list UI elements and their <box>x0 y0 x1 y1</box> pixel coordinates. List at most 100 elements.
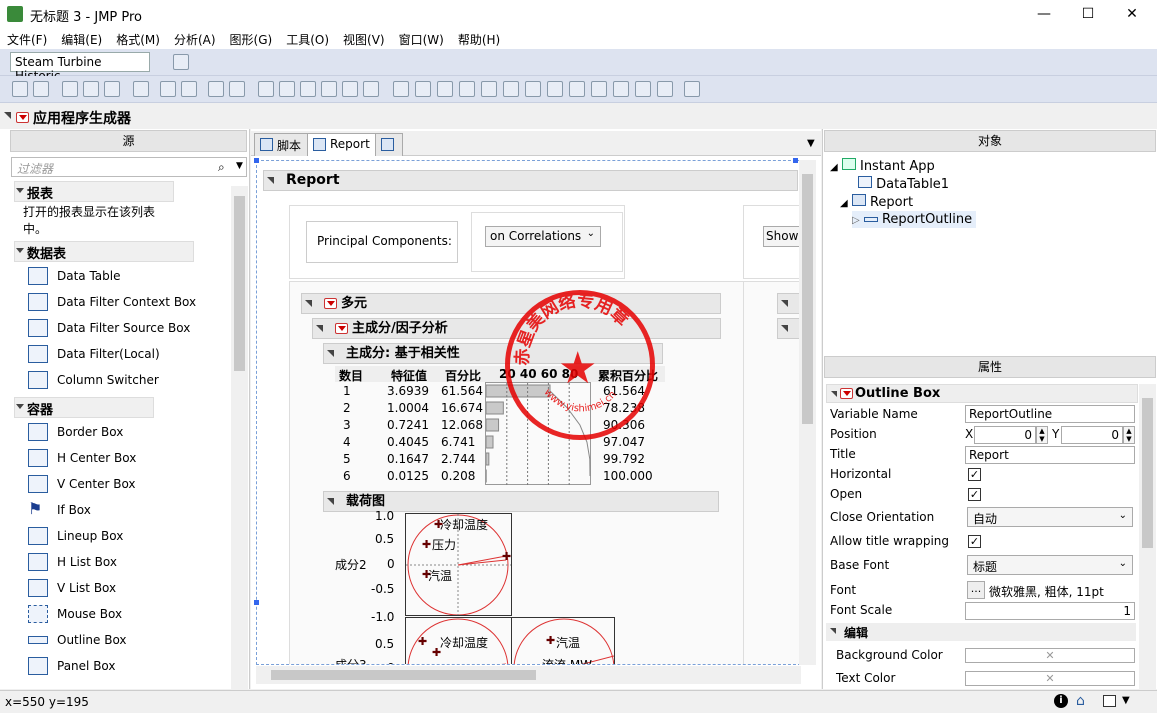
arrange-icon-7[interactable] <box>525 81 541 97</box>
arrange-icon-10[interactable] <box>591 81 607 97</box>
copy-icon[interactable] <box>83 81 99 97</box>
minimize-button[interactable]: — <box>1021 0 1067 28</box>
font-picker-button[interactable]: ... <box>967 581 985 599</box>
selection-handle[interactable] <box>254 600 259 605</box>
layout-icon-1[interactable] <box>208 81 224 97</box>
canvas-v-scrollbar[interactable] <box>799 160 816 665</box>
properties-scrollbar[interactable] <box>1139 384 1156 689</box>
open-checkbox[interactable]: ✓ <box>968 488 981 501</box>
pc-select[interactable]: on Correlations ⌄ <box>485 226 601 247</box>
y-stepper[interactable]: ▲ ▼ <box>1123 426 1135 444</box>
paste-icon[interactable] <box>104 81 120 97</box>
arrange-icon-13[interactable] <box>657 81 673 97</box>
red-menu-icon[interactable] <box>840 388 853 399</box>
expanded-triangle-icon[interactable]: ◢ <box>840 198 848 209</box>
expanded-triangle-icon[interactable]: ◢ <box>830 162 838 173</box>
variable-name-field[interactable]: ReportOutline <box>965 405 1135 423</box>
title-field[interactable]: Report <box>965 446 1135 464</box>
outline-report[interactable]: Report <box>263 170 798 191</box>
tab-add[interactable] <box>375 133 403 156</box>
info-icon[interactable]: i <box>1054 694 1068 708</box>
menu-file[interactable]: 文件(F) <box>0 28 54 48</box>
outline-multivariate-right[interactable] <box>777 293 800 314</box>
align-left-icon[interactable] <box>258 81 274 97</box>
maximize-button[interactable]: ☐ <box>1065 0 1111 28</box>
menu-analyze[interactable]: 分析(A) <box>167 28 223 48</box>
section-container[interactable]: 容器 <box>14 397 154 418</box>
arrange-icon-2[interactable] <box>415 81 431 97</box>
menu-help[interactable]: 帮助(H) <box>451 28 507 48</box>
arrange-icon-5[interactable] <box>481 81 497 97</box>
fire-icon[interactable] <box>684 81 700 97</box>
collapse-triangle-icon[interactable] <box>831 391 837 397</box>
tree-datatable1[interactable]: DataTable1 <box>858 176 949 192</box>
bg-color-swatch[interactable]: ✕ <box>965 648 1135 663</box>
arrange-icon-12[interactable] <box>635 81 651 97</box>
home-icon[interactable]: ⌂ <box>1076 693 1085 709</box>
table-icon[interactable] <box>173 54 189 70</box>
filter-input[interactable]: 过滤器 <box>11 157 247 177</box>
canvas-v-scroll-thumb[interactable] <box>802 174 813 424</box>
run-icon[interactable] <box>160 81 176 97</box>
selection-handle[interactable] <box>793 158 798 163</box>
collapsed-triangle-icon[interactable]: ▷ <box>852 215 860 226</box>
collapse-triangle-icon[interactable] <box>4 112 11 119</box>
cut-icon[interactable] <box>62 81 78 97</box>
arrange-icon-6[interactable] <box>503 81 519 97</box>
datatable-combo[interactable]: Steam Turbine Historic <box>10 52 150 83</box>
align-bottom-icon[interactable] <box>363 81 379 97</box>
search-icon[interactable]: ⌕ <box>218 160 225 175</box>
canvas-h-scroll-thumb[interactable] <box>271 670 536 680</box>
align-right-icon[interactable] <box>300 81 316 97</box>
menu-view[interactable]: 视图(V) <box>336 28 392 48</box>
arrange-icon-9[interactable] <box>569 81 585 97</box>
close-button[interactable]: ✕ <box>1109 0 1155 28</box>
align-middle-icon[interactable] <box>342 81 358 97</box>
source-scrollbar[interactable] <box>231 186 248 689</box>
selection-handle[interactable] <box>254 158 259 163</box>
menu-edit[interactable]: 编辑(E) <box>54 28 109 48</box>
x-field[interactable]: 0 <box>974 426 1036 444</box>
menu-graph[interactable]: 图形(G) <box>223 28 280 48</box>
outline-pca-right[interactable] <box>777 318 800 339</box>
section-report[interactable]: 报表 <box>14 181 174 202</box>
y-field[interactable]: 0 <box>1061 426 1123 444</box>
canvas-h-scrollbar[interactable] <box>256 666 801 684</box>
tools-icon[interactable] <box>181 81 197 97</box>
arrange-icon-4[interactable] <box>459 81 475 97</box>
red-menu-icon[interactable] <box>324 298 337 309</box>
show-button[interactable]: Show <box>763 226 800 247</box>
close-orientation-select[interactable]: 自动 ⌄ <box>967 507 1133 527</box>
font-scale-field[interactable]: 1 <box>965 602 1135 620</box>
base-font-select[interactable]: 标题 ⌄ <box>967 555 1133 575</box>
text-color-swatch[interactable]: ✕ <box>965 671 1135 686</box>
tab-script[interactable]: 脚本 <box>254 133 309 156</box>
tree-instant-app[interactable]: ◢ Instant App <box>830 158 935 174</box>
align-top-icon[interactable] <box>321 81 337 97</box>
arrange-icon-3[interactable] <box>437 81 453 97</box>
save-icon[interactable] <box>33 81 49 97</box>
tree-report-outline[interactable]: ▷ ReportOutline <box>852 211 977 228</box>
x-stepper[interactable]: ▲ ▼ <box>1036 426 1048 444</box>
edit-section-header[interactable]: 编辑 <box>826 623 1136 641</box>
menu-format[interactable]: 格式(M) <box>109 28 167 48</box>
menu-window[interactable]: 窗口(W) <box>392 28 451 48</box>
source-scroll-thumb[interactable] <box>234 196 245 371</box>
red-menu-icon[interactable] <box>16 112 29 123</box>
tab-menu-icon[interactable]: ▼ <box>807 138 815 149</box>
layout-icon-2[interactable] <box>229 81 245 97</box>
open-icon[interactable] <box>12 81 28 97</box>
align-center-icon[interactable] <box>279 81 295 97</box>
section-datatable[interactable]: 数据表 <box>14 241 194 262</box>
arrange-icon-1[interactable] <box>393 81 409 97</box>
script-icon[interactable] <box>133 81 149 97</box>
window-list-icon[interactable] <box>1103 695 1116 707</box>
arrange-icon-11[interactable] <box>613 81 629 97</box>
red-menu-icon[interactable] <box>335 323 348 334</box>
tab-report[interactable]: Report <box>307 133 377 156</box>
menu-tools[interactable]: 工具(O) <box>279 28 336 48</box>
tree-report[interactable]: ◢ Report <box>840 194 913 210</box>
filter-dropdown-icon[interactable]: ▼ <box>236 161 243 171</box>
horizontal-checkbox[interactable]: ✓ <box>968 468 981 481</box>
properties-scroll-thumb[interactable] <box>1142 398 1153 548</box>
